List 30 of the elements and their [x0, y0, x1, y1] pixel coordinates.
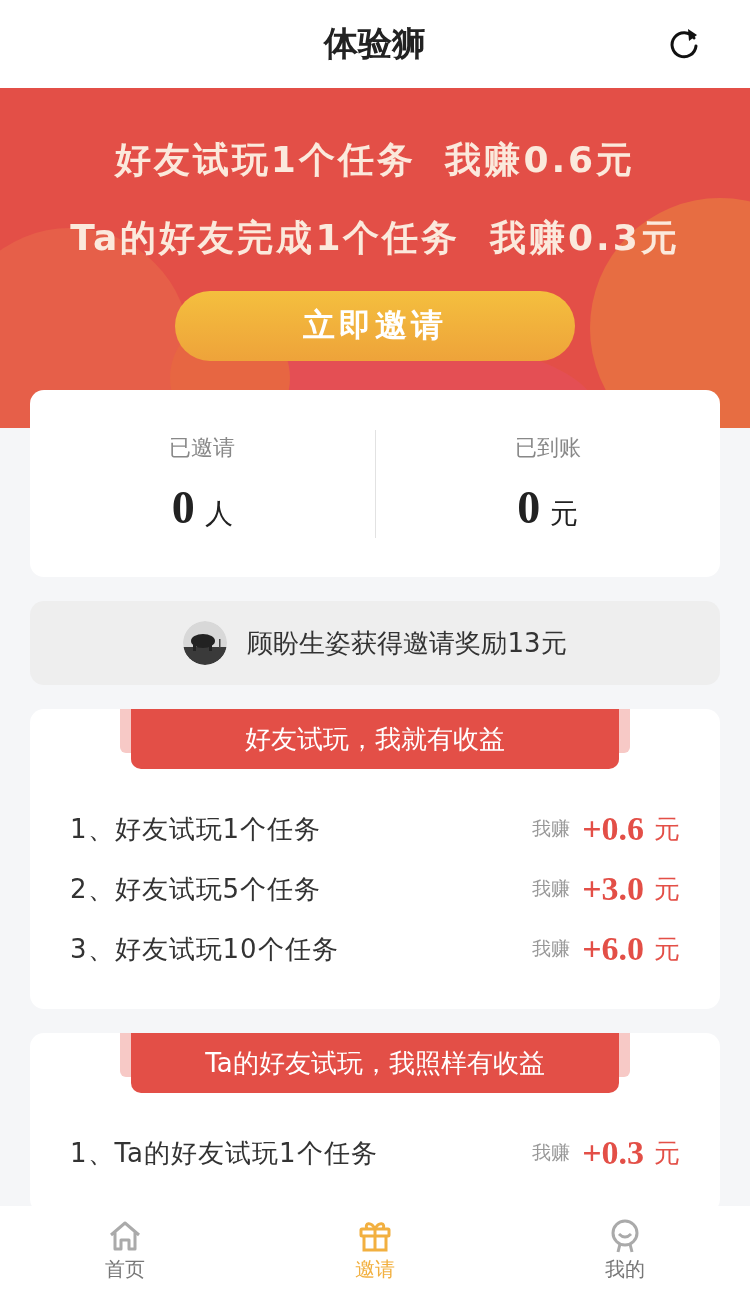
stat-value: 0 — [517, 481, 541, 534]
reward-unit: 元 — [654, 812, 680, 846]
stat-label: 已到账 — [514, 434, 581, 462]
reward-amount: +0.3 — [582, 1134, 644, 1172]
reward-amount: +6.0 — [582, 930, 644, 968]
section-ribbon: 好友试玩，我就有收益 — [131, 709, 619, 769]
reward-amount: +3.0 — [582, 870, 644, 908]
stat-unit: 人 — [204, 496, 233, 532]
task-text: 2、好友试玩5个任务 — [70, 872, 323, 906]
earn-label: 我赚 — [532, 876, 571, 901]
notice-text: 顾盼生姿获得邀请奖励13元 — [247, 626, 567, 660]
task-text: 3、好友试玩10个任务 — [70, 932, 340, 966]
tab[interactable]: 我的 — [500, 1206, 750, 1294]
reward-unit: 元 — [654, 1136, 680, 1170]
reward-unit: 元 — [654, 932, 680, 966]
section-ribbon: Ta的好友试玩，我照样有收益 — [131, 1033, 619, 1093]
reward-headline: Ta的好友完成1个任务 我赚0.3元 — [70, 216, 680, 260]
earn-label: 我赚 — [532, 1140, 571, 1165]
reward-amount: +0.6 — [582, 810, 644, 848]
tab[interactable]: 首页 — [0, 1206, 250, 1294]
task-text: 1、Ta的好友试玩1个任务 — [70, 1136, 379, 1170]
earn-label: 我赚 — [532, 936, 571, 961]
task-text: 1、好友试玩1个任务 — [70, 812, 323, 846]
reward-unit: 元 — [654, 872, 680, 906]
stat-value: 0 — [171, 481, 195, 534]
reward-headline: 好友试玩1个任务 我赚0.6元 — [114, 138, 636, 182]
page-title: 体验狮 — [324, 22, 426, 65]
stat-label: 已邀请 — [169, 434, 236, 462]
stat-unit: 元 — [550, 496, 579, 532]
earn-label: 我赚 — [532, 816, 571, 841]
